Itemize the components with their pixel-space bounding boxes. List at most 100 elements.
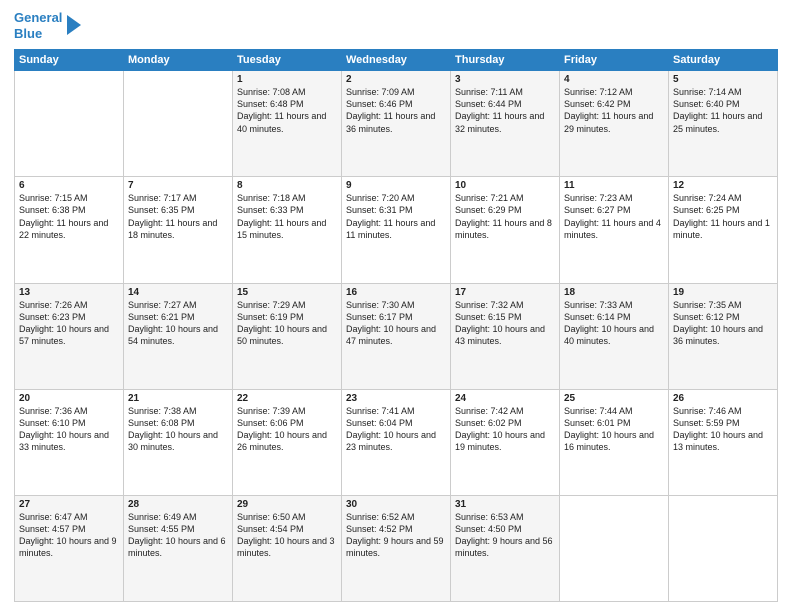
calendar-cell: 16Sunrise: 7:30 AMSunset: 6:17 PMDayligh… [342,283,451,389]
calendar-cell: 9Sunrise: 7:20 AMSunset: 6:31 PMDaylight… [342,177,451,283]
logo-general: General [14,10,62,25]
day-info: Sunrise: 6:47 AMSunset: 4:57 PMDaylight:… [19,511,119,560]
weekday-header-wednesday: Wednesday [342,50,451,71]
calendar-cell: 5Sunrise: 7:14 AMSunset: 6:40 PMDaylight… [669,71,778,177]
calendar-cell [669,495,778,601]
day-number: 19 [673,287,773,298]
day-number: 1 [237,74,337,85]
day-info: Sunrise: 7:09 AMSunset: 6:46 PMDaylight:… [346,86,446,135]
weekday-header-monday: Monday [124,50,233,71]
day-info: Sunrise: 7:26 AMSunset: 6:23 PMDaylight:… [19,299,119,348]
calendar-cell: 21Sunrise: 7:38 AMSunset: 6:08 PMDayligh… [124,389,233,495]
calendar-cell: 2Sunrise: 7:09 AMSunset: 6:46 PMDaylight… [342,71,451,177]
calendar-cell [560,495,669,601]
logo: General Blue [14,10,81,41]
day-info: Sunrise: 7:27 AMSunset: 6:21 PMDaylight:… [128,299,228,348]
calendar-week-row: 27Sunrise: 6:47 AMSunset: 4:57 PMDayligh… [15,495,778,601]
day-info: Sunrise: 7:41 AMSunset: 6:04 PMDaylight:… [346,405,446,454]
day-number: 13 [19,287,119,298]
calendar-cell [124,71,233,177]
day-info: Sunrise: 7:42 AMSunset: 6:02 PMDaylight:… [455,405,555,454]
calendar-week-row: 20Sunrise: 7:36 AMSunset: 6:10 PMDayligh… [15,389,778,495]
day-number: 18 [564,287,664,298]
day-number: 9 [346,180,446,191]
calendar-cell: 29Sunrise: 6:50 AMSunset: 4:54 PMDayligh… [233,495,342,601]
day-number: 6 [19,180,119,191]
calendar-cell: 20Sunrise: 7:36 AMSunset: 6:10 PMDayligh… [15,389,124,495]
day-number: 30 [346,499,446,510]
day-number: 27 [19,499,119,510]
day-number: 28 [128,499,228,510]
logo-arrow-icon [67,15,81,35]
day-info: Sunrise: 7:33 AMSunset: 6:14 PMDaylight:… [564,299,664,348]
calendar-week-row: 13Sunrise: 7:26 AMSunset: 6:23 PMDayligh… [15,283,778,389]
calendar-cell: 17Sunrise: 7:32 AMSunset: 6:15 PMDayligh… [451,283,560,389]
day-info: Sunrise: 7:15 AMSunset: 6:38 PMDaylight:… [19,192,119,241]
day-info: Sunrise: 6:50 AMSunset: 4:54 PMDaylight:… [237,511,337,560]
day-number: 31 [455,499,555,510]
day-info: Sunrise: 7:44 AMSunset: 6:01 PMDaylight:… [564,405,664,454]
day-info: Sunrise: 7:29 AMSunset: 6:19 PMDaylight:… [237,299,337,348]
calendar-week-row: 6Sunrise: 7:15 AMSunset: 6:38 PMDaylight… [15,177,778,283]
day-info: Sunrise: 6:49 AMSunset: 4:55 PMDaylight:… [128,511,228,560]
calendar-cell: 31Sunrise: 6:53 AMSunset: 4:50 PMDayligh… [451,495,560,601]
day-info: Sunrise: 7:20 AMSunset: 6:31 PMDaylight:… [346,192,446,241]
calendar-week-row: 1Sunrise: 7:08 AMSunset: 6:48 PMDaylight… [15,71,778,177]
day-info: Sunrise: 7:36 AMSunset: 6:10 PMDaylight:… [19,405,119,454]
calendar-cell: 18Sunrise: 7:33 AMSunset: 6:14 PMDayligh… [560,283,669,389]
calendar-cell: 13Sunrise: 7:26 AMSunset: 6:23 PMDayligh… [15,283,124,389]
calendar-cell: 8Sunrise: 7:18 AMSunset: 6:33 PMDaylight… [233,177,342,283]
day-number: 3 [455,74,555,85]
day-number: 14 [128,287,228,298]
day-info: Sunrise: 7:39 AMSunset: 6:06 PMDaylight:… [237,405,337,454]
day-info: Sunrise: 7:32 AMSunset: 6:15 PMDaylight:… [455,299,555,348]
day-number: 23 [346,393,446,404]
day-number: 15 [237,287,337,298]
weekday-header-row: SundayMondayTuesdayWednesdayThursdayFrid… [15,50,778,71]
calendar-cell: 1Sunrise: 7:08 AMSunset: 6:48 PMDaylight… [233,71,342,177]
day-number: 16 [346,287,446,298]
day-info: Sunrise: 7:12 AMSunset: 6:42 PMDaylight:… [564,86,664,135]
calendar-cell: 4Sunrise: 7:12 AMSunset: 6:42 PMDaylight… [560,71,669,177]
calendar-cell: 30Sunrise: 6:52 AMSunset: 4:52 PMDayligh… [342,495,451,601]
day-number: 4 [564,74,664,85]
day-number: 5 [673,74,773,85]
calendar-cell [15,71,124,177]
day-number: 2 [346,74,446,85]
calendar-cell: 15Sunrise: 7:29 AMSunset: 6:19 PMDayligh… [233,283,342,389]
weekday-header-thursday: Thursday [451,50,560,71]
calendar-cell: 3Sunrise: 7:11 AMSunset: 6:44 PMDaylight… [451,71,560,177]
day-number: 8 [237,180,337,191]
day-number: 24 [455,393,555,404]
day-number: 29 [237,499,337,510]
day-number: 26 [673,393,773,404]
day-info: Sunrise: 7:08 AMSunset: 6:48 PMDaylight:… [237,86,337,135]
weekday-header-friday: Friday [560,50,669,71]
calendar-cell: 6Sunrise: 7:15 AMSunset: 6:38 PMDaylight… [15,177,124,283]
calendar-cell: 10Sunrise: 7:21 AMSunset: 6:29 PMDayligh… [451,177,560,283]
day-number: 20 [19,393,119,404]
calendar-cell: 7Sunrise: 7:17 AMSunset: 6:35 PMDaylight… [124,177,233,283]
logo-blue: Blue [14,26,42,41]
day-number: 17 [455,287,555,298]
calendar-cell: 28Sunrise: 6:49 AMSunset: 4:55 PMDayligh… [124,495,233,601]
day-number: 22 [237,393,337,404]
calendar-cell: 19Sunrise: 7:35 AMSunset: 6:12 PMDayligh… [669,283,778,389]
calendar-table: SundayMondayTuesdayWednesdayThursdayFrid… [14,49,778,602]
day-info: Sunrise: 7:21 AMSunset: 6:29 PMDaylight:… [455,192,555,241]
weekday-header-sunday: Sunday [15,50,124,71]
calendar-cell: 12Sunrise: 7:24 AMSunset: 6:25 PMDayligh… [669,177,778,283]
day-number: 7 [128,180,228,191]
weekday-header-tuesday: Tuesday [233,50,342,71]
day-info: Sunrise: 7:18 AMSunset: 6:33 PMDaylight:… [237,192,337,241]
calendar-cell: 11Sunrise: 7:23 AMSunset: 6:27 PMDayligh… [560,177,669,283]
day-number: 11 [564,180,664,191]
day-info: Sunrise: 7:11 AMSunset: 6:44 PMDaylight:… [455,86,555,135]
day-number: 10 [455,180,555,191]
day-info: Sunrise: 7:17 AMSunset: 6:35 PMDaylight:… [128,192,228,241]
calendar-cell: 24Sunrise: 7:42 AMSunset: 6:02 PMDayligh… [451,389,560,495]
day-info: Sunrise: 7:46 AMSunset: 5:59 PMDaylight:… [673,405,773,454]
day-info: Sunrise: 7:30 AMSunset: 6:17 PMDaylight:… [346,299,446,348]
calendar-cell: 25Sunrise: 7:44 AMSunset: 6:01 PMDayligh… [560,389,669,495]
weekday-header-saturday: Saturday [669,50,778,71]
